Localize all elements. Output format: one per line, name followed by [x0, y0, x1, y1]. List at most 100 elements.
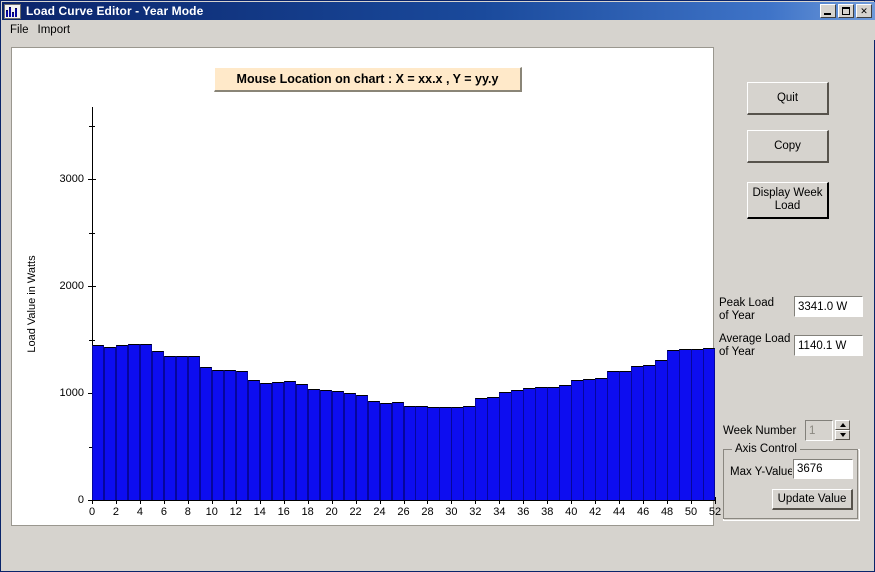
y-tick-mark [88, 286, 96, 288]
bar [343, 392, 357, 500]
peak-load-value[interactable]: 3341.0 W [793, 295, 864, 318]
bar [703, 348, 716, 500]
average-load-value[interactable]: 1140.1 W [793, 334, 864, 357]
x-tick-label: 12 [229, 506, 242, 518]
bar [511, 390, 524, 500]
x-tick-label: 48 [660, 506, 674, 518]
x-tick-label: 10 [205, 506, 218, 518]
bar [547, 386, 560, 500]
x-tick-label: 0 [88, 506, 96, 518]
close-icon: ✕ [860, 6, 868, 16]
bar [271, 381, 285, 500]
average-load-label: Average Load of Year [719, 333, 791, 358]
display-week-load-label: Display Week Load [752, 187, 823, 212]
bar [115, 344, 129, 500]
bar [103, 347, 117, 500]
app-chart-icon [4, 3, 21, 19]
bar [655, 359, 668, 500]
x-tick-label: 46 [636, 506, 650, 518]
y-tick-label: 3000 [59, 173, 84, 186]
x-tick-label: 32 [469, 506, 482, 518]
bar [487, 397, 500, 500]
bar [607, 371, 620, 500]
x-tick-label: 6 [160, 506, 167, 518]
x-tick-label: 14 [253, 506, 266, 518]
bar [523, 387, 536, 500]
application-window: Load Curve Editor - Year Mode ✕ File Imp… [0, 0, 875, 572]
bar [247, 379, 261, 500]
update-value-button[interactable]: Update Value [772, 489, 853, 510]
bar [235, 371, 249, 500]
bar [463, 405, 476, 500]
menu-item-import[interactable]: Import [36, 22, 78, 38]
bar [379, 402, 392, 500]
x-tick-label: 26 [397, 506, 410, 518]
chevron-up-icon [839, 423, 846, 427]
display-week-load-button[interactable]: Display Week Load [747, 182, 829, 219]
bar [583, 379, 596, 500]
y-tick-label: 1000 [59, 387, 84, 400]
x-tick-label: 42 [589, 506, 602, 518]
x-tick-label: 40 [565, 506, 578, 518]
bar [643, 364, 656, 500]
bar [319, 390, 333, 500]
bar [403, 405, 416, 500]
bar [259, 383, 273, 500]
week-number-input[interactable]: 1 [804, 419, 834, 442]
bar [439, 407, 452, 500]
axis-control-title: Axis Control [732, 443, 800, 455]
bar [295, 384, 309, 500]
bar [187, 356, 201, 500]
y-axis-title: Load Value in Watts [26, 255, 38, 353]
x-tick-label: 44 [613, 506, 626, 518]
week-number-spin-down[interactable] [835, 430, 850, 440]
week-number-spin-up[interactable] [835, 420, 850, 430]
maximize-button[interactable] [838, 4, 854, 18]
x-tick-label: 8 [184, 506, 191, 518]
close-button[interactable]: ✕ [856, 4, 872, 18]
bar [139, 344, 153, 500]
bar [631, 366, 644, 500]
bar [451, 407, 464, 500]
bar [559, 385, 572, 500]
bar [151, 351, 165, 500]
menu-item-file[interactable]: File [8, 22, 36, 38]
x-tick-label: 36 [517, 506, 530, 518]
x-tick-label: 20 [325, 506, 338, 518]
quit-button[interactable]: Quit [747, 82, 829, 115]
bar [163, 355, 177, 500]
title-bar: Load Curve Editor - Year Mode ✕ [2, 2, 875, 20]
bar [307, 388, 321, 500]
week-number-label: Week Number [723, 425, 797, 437]
max-y-value-label: Max Y-Value [730, 466, 794, 478]
x-tick-label: 4 [136, 506, 143, 518]
bar [415, 405, 428, 500]
peak-load-label: Peak Load of Year [719, 297, 774, 322]
x-tick-label: 16 [277, 506, 290, 518]
y-minor-tick-mark [89, 125, 95, 127]
x-tick-label: 38 [541, 506, 554, 518]
x-tick-label: 24 [373, 506, 386, 518]
load-curve-bar-chart[interactable]: Load Value in Watts 0 1000 2000 3000 024681… [12, 48, 721, 527]
bar [211, 369, 225, 500]
y-tick-label: 2000 [59, 280, 84, 293]
window-controls: ✕ [820, 4, 872, 18]
maximize-icon [839, 5, 853, 17]
week-number-spinner[interactable] [835, 420, 850, 441]
y-minor-tick-mark [89, 232, 95, 234]
bar [535, 386, 548, 500]
x-tick-label: 34 [493, 506, 506, 518]
y-minor-tick-mark [89, 339, 95, 341]
minimize-button[interactable] [820, 4, 836, 18]
x-tick-label: 2 [112, 506, 120, 518]
bar [499, 392, 512, 500]
bar [331, 390, 345, 500]
max-y-value-input[interactable]: 3676 [792, 458, 854, 480]
copy-button[interactable]: Copy [747, 130, 829, 163]
x-tick-label: 22 [349, 506, 362, 518]
bar [619, 370, 632, 500]
chart-panel: Mouse Location on chart : X = xx.x , Y =… [11, 47, 721, 527]
minimize-icon [821, 5, 835, 17]
bar [92, 344, 105, 500]
bar [679, 349, 692, 500]
